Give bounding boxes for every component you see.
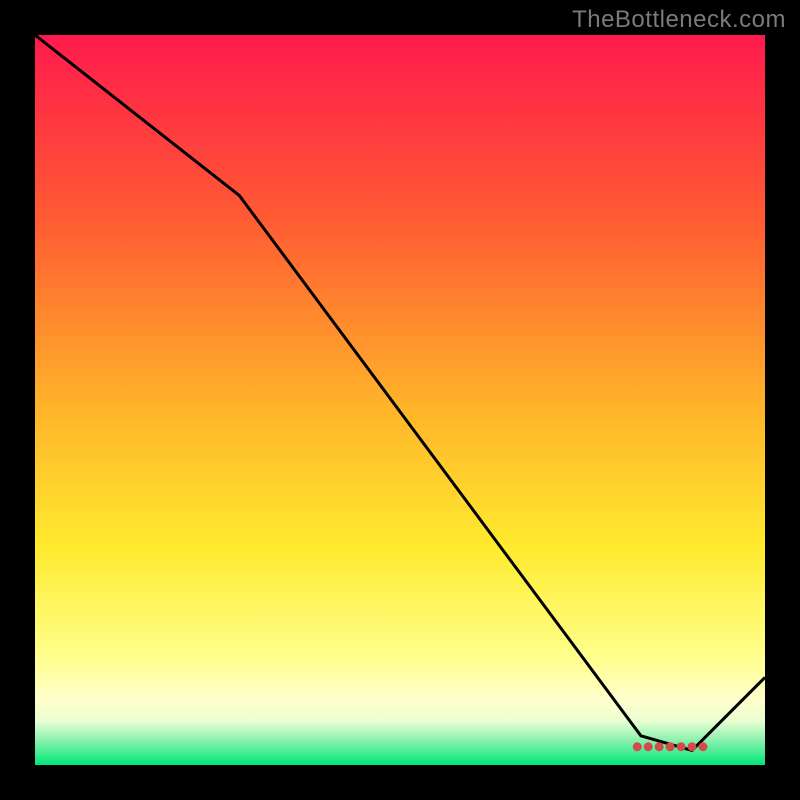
marker-dot [633,742,642,751]
marker-dot [688,742,697,751]
chart-frame: TheBottleneck.com [0,0,800,800]
marker-dot [698,742,707,751]
plot-area [35,35,765,765]
marker-dot [655,742,664,751]
chart-svg [35,35,765,765]
watermark-text: TheBottleneck.com [572,6,786,34]
marker-dot [677,742,686,751]
gradient-background [35,35,765,765]
marker-dot [644,742,653,751]
marker-dot [666,742,675,751]
